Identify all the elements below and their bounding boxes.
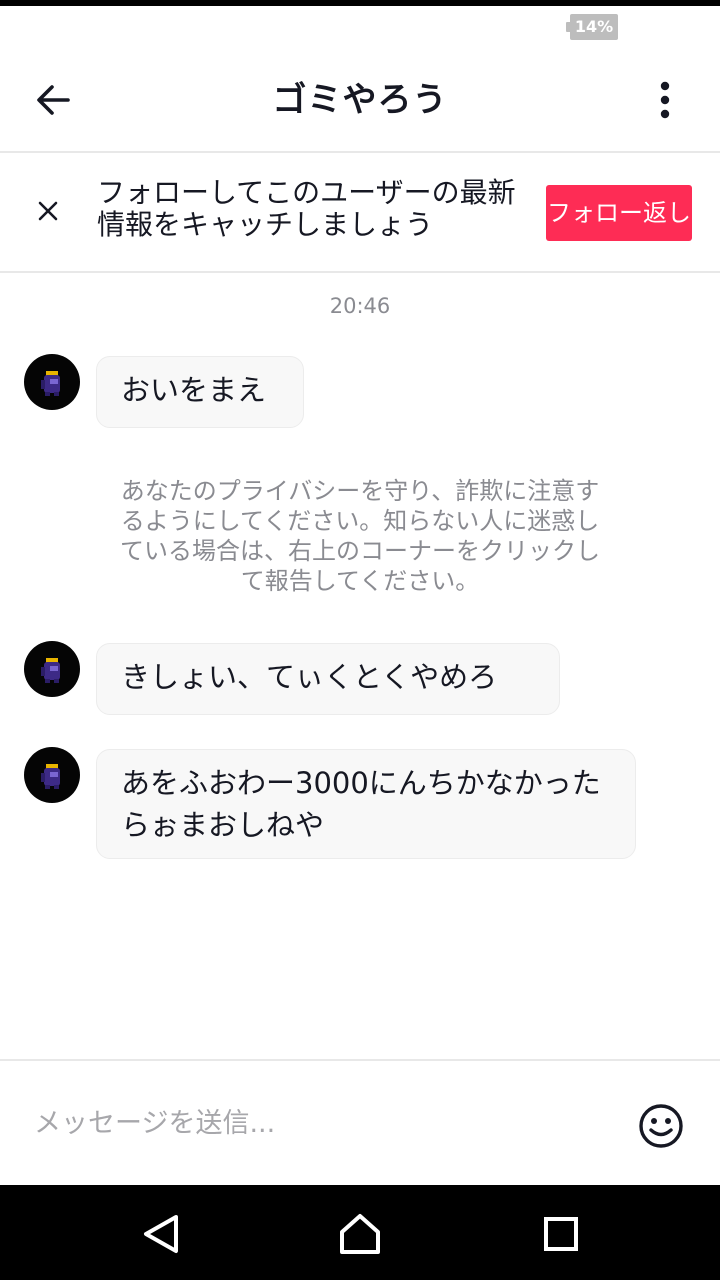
- back-button[interactable]: [22, 72, 86, 128]
- emoji-icon: [639, 1104, 683, 1148]
- privacy-notice: あなたのプライバシーを守り、詐欺に注意するようにしてください。知らない人に迷惑し…: [120, 477, 600, 595]
- follow-prompt-text: フォローしてこのユーザーの最新情報をキャッチしましょう: [97, 176, 516, 241]
- sender-avatar[interactable]: [24, 641, 80, 697]
- message-bubble[interactable]: おいをまえ: [96, 356, 304, 428]
- status-bar: 14%: [0, 6, 720, 46]
- back-arrow-icon: [37, 85, 70, 115]
- follow-banner: フォローしてこのユーザーの最新情報をキャッチしましょう フォロー返し: [0, 153, 720, 273]
- page-title: ゴミやろう: [272, 80, 448, 120]
- battery-icon: 14%: [566, 14, 618, 40]
- sender-avatar[interactable]: [24, 354, 80, 410]
- avatar-character-icon: [41, 764, 60, 789]
- nav-back-button[interactable]: [138, 1211, 184, 1257]
- avatar-character-icon: [41, 371, 60, 396]
- more-vertical-icon: [660, 81, 670, 119]
- system-nav-bar: [0, 1185, 720, 1280]
- follow-back-button[interactable]: フォロー返し: [546, 185, 692, 241]
- nav-back-icon: [144, 1215, 178, 1253]
- nav-recents-icon: [544, 1217, 578, 1251]
- nav-home-button[interactable]: [337, 1211, 383, 1257]
- battery-percent: 14%: [574, 17, 614, 36]
- message-bubble[interactable]: あをふおわー3000にんちかなかったらぉまおしねや: [96, 749, 636, 859]
- nav-home-icon: [340, 1214, 380, 1254]
- more-options-button[interactable]: [640, 72, 690, 128]
- banner-close-button[interactable]: [26, 189, 70, 233]
- sender-avatar[interactable]: [24, 747, 80, 803]
- emoji-button[interactable]: [636, 1101, 686, 1151]
- avatar-character-icon: [41, 658, 60, 683]
- close-icon: [38, 201, 58, 221]
- chat-header: ゴミやろう: [0, 46, 720, 153]
- message-input[interactable]: [34, 1099, 594, 1147]
- nav-recents-button[interactable]: [538, 1211, 584, 1257]
- message-timestamp: 20:46: [329, 294, 391, 318]
- message-bubble[interactable]: きしょい、てぃくとくやめろ: [96, 643, 560, 715]
- message-composer: [0, 1059, 720, 1185]
